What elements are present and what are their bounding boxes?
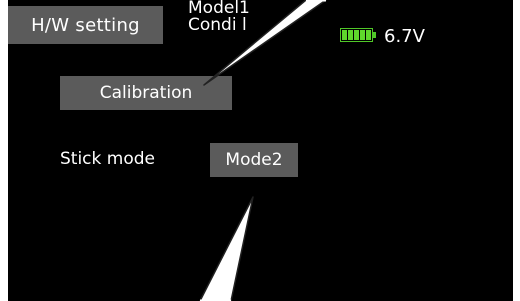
callout-pointers — [199, 0, 327, 301]
callout-pointer-top — [203, 0, 327, 86]
callout-pointer-bottom — [199, 196, 254, 301]
